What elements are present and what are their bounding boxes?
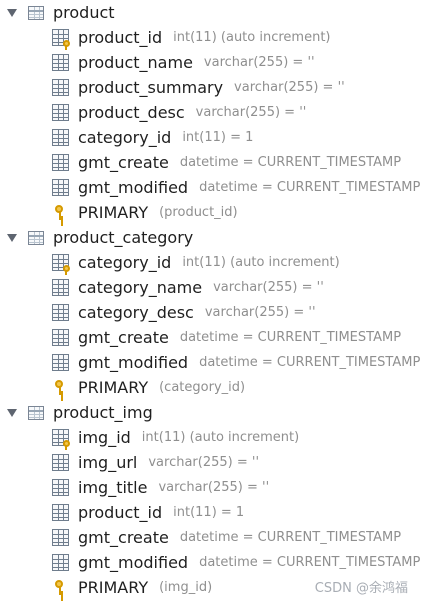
column-name[interactable]: category_name	[78, 278, 202, 297]
column-type: int(11) = 1	[173, 505, 245, 520]
column-node[interactable]: product_id int(11) (auto increment)	[52, 25, 331, 50]
column-type: int(11) (auto increment)	[182, 255, 340, 270]
column-name[interactable]: gmt_modified	[78, 553, 188, 572]
column-name[interactable]: gmt_create	[78, 328, 169, 347]
column-name[interactable]: gmt_modified	[78, 178, 188, 197]
column-icon	[52, 179, 69, 196]
column-type: datetime = CURRENT_TIMESTAMP	[179, 330, 402, 345]
table-node-product-img[interactable]: product_img	[6, 400, 164, 425]
column-name[interactable]: img_id	[78, 428, 131, 447]
column-type: varchar(255) = ''	[195, 105, 307, 120]
column-node[interactable]: gmt_modified datetime = CURRENT_TIMESTAM…	[52, 175, 420, 200]
column-type: varchar(255) = ''	[213, 280, 324, 295]
column-node[interactable]: product_id int(11) = 1	[52, 500, 244, 525]
column-node[interactable]: category_name varchar(255) = ''	[52, 275, 324, 300]
column-icon	[52, 54, 69, 71]
column-icon	[52, 354, 69, 371]
column-node[interactable]: product_summary varchar(255) = ''	[52, 75, 345, 100]
column-type: datetime = CURRENT_TIMESTAMP	[179, 155, 402, 170]
column-type: varchar(255) = ''	[234, 80, 345, 95]
column-type: datetime = CURRENT_TIMESTAMP	[179, 530, 402, 545]
column-node[interactable]: gmt_modified datetime = CURRENT_TIMESTAM…	[52, 550, 420, 575]
table-name[interactable]: product_category	[53, 228, 193, 247]
chevron-down-icon[interactable]	[6, 407, 18, 419]
column-type: varchar(255) = ''	[204, 305, 316, 320]
column-name[interactable]: img_title	[78, 478, 147, 497]
column-node[interactable]: category_desc varchar(255) = ''	[52, 300, 316, 325]
column-node[interactable]: category_id int(11) = 1	[52, 125, 253, 150]
column-icon	[52, 79, 69, 96]
key-icon	[52, 379, 69, 396]
table-icon	[28, 405, 44, 420]
primary-key-column-icon	[52, 29, 70, 50]
column-node[interactable]: category_id int(11) (auto increment)	[52, 250, 340, 275]
column-icon	[52, 154, 69, 171]
table-icon	[28, 5, 44, 20]
column-node[interactable]: img_id int(11) (auto increment)	[52, 425, 299, 450]
column-icon	[52, 104, 69, 121]
column-node[interactable]: img_url varchar(255) = ''	[52, 450, 259, 475]
column-node[interactable]: product_name varchar(255) = ''	[52, 50, 315, 75]
column-type: datetime = CURRENT_TIMESTAMP	[199, 555, 421, 570]
column-name[interactable]: category_id	[78, 128, 171, 147]
table-name[interactable]: product	[53, 3, 115, 22]
key-columns: (category_id)	[159, 380, 246, 395]
column-name[interactable]: product_summary	[78, 78, 223, 97]
column-node[interactable]: gmt_create datetime = CURRENT_TIMESTAMP	[52, 325, 401, 350]
column-name[interactable]: product_name	[78, 53, 193, 72]
column-node[interactable]: gmt_modified datetime = CURRENT_TIMESTAM…	[52, 350, 420, 375]
column-node[interactable]: img_title varchar(255) = ''	[52, 475, 269, 500]
column-node[interactable]: product_desc varchar(255) = ''	[52, 100, 306, 125]
chevron-down-icon[interactable]	[6, 7, 18, 19]
column-name[interactable]: gmt_modified	[78, 353, 188, 372]
key-columns: (img_id)	[159, 580, 213, 595]
column-type: int(11) (auto increment)	[141, 430, 300, 445]
column-icon	[52, 479, 69, 496]
column-node[interactable]: gmt_create datetime = CURRENT_TIMESTAMP	[52, 525, 401, 550]
primary-key-column-icon	[52, 429, 70, 450]
column-name[interactable]: gmt_create	[78, 528, 169, 547]
chevron-down-icon[interactable]	[6, 232, 18, 244]
key-name[interactable]: PRIMARY	[78, 378, 148, 397]
key-node[interactable]: PRIMARY (img_id)	[52, 575, 212, 600]
watermark: CSDN @余鸿福	[314, 581, 408, 596]
key-name[interactable]: PRIMARY	[78, 203, 148, 222]
key-icon	[52, 204, 69, 221]
database-tree: product product_id int(11) (auto increme…	[0, 0, 423, 603]
column-type: varchar(255) = ''	[148, 455, 260, 470]
column-type: datetime = CURRENT_TIMESTAMP	[199, 180, 421, 195]
column-name[interactable]: category_id	[78, 253, 171, 272]
column-icon	[52, 554, 69, 571]
table-node-product-category[interactable]: product_category	[6, 225, 204, 250]
column-name[interactable]: product_id	[78, 503, 162, 522]
column-node[interactable]: gmt_create datetime = CURRENT_TIMESTAMP	[52, 150, 401, 175]
key-icon	[52, 579, 69, 596]
column-name[interactable]: category_desc	[78, 303, 194, 322]
column-name[interactable]: gmt_create	[78, 153, 169, 172]
column-name[interactable]: img_url	[78, 453, 137, 472]
column-type: datetime = CURRENT_TIMESTAMP	[199, 355, 421, 370]
table-name[interactable]: product_img	[53, 403, 153, 422]
column-type: varchar(255) = ''	[203, 55, 315, 70]
table-icon	[28, 230, 44, 245]
column-name[interactable]: product_desc	[78, 103, 185, 122]
column-icon	[52, 304, 69, 321]
column-icon	[52, 279, 69, 296]
key-name[interactable]: PRIMARY	[78, 578, 148, 597]
column-icon	[52, 454, 69, 471]
column-icon	[52, 329, 69, 346]
key-node[interactable]: PRIMARY (category_id)	[52, 375, 245, 400]
table-node-product[interactable]: product	[6, 0, 126, 25]
key-columns: (product_id)	[159, 205, 238, 220]
column-name[interactable]: product_id	[78, 28, 162, 47]
column-icon	[52, 129, 69, 146]
column-icon	[52, 504, 69, 521]
primary-key-column-icon	[52, 254, 70, 275]
column-type: varchar(255) = ''	[158, 480, 270, 495]
column-icon	[52, 529, 69, 546]
key-node[interactable]: PRIMARY (product_id)	[52, 200, 238, 225]
column-type: int(11) = 1	[182, 130, 254, 145]
column-type: int(11) (auto increment)	[173, 30, 331, 45]
